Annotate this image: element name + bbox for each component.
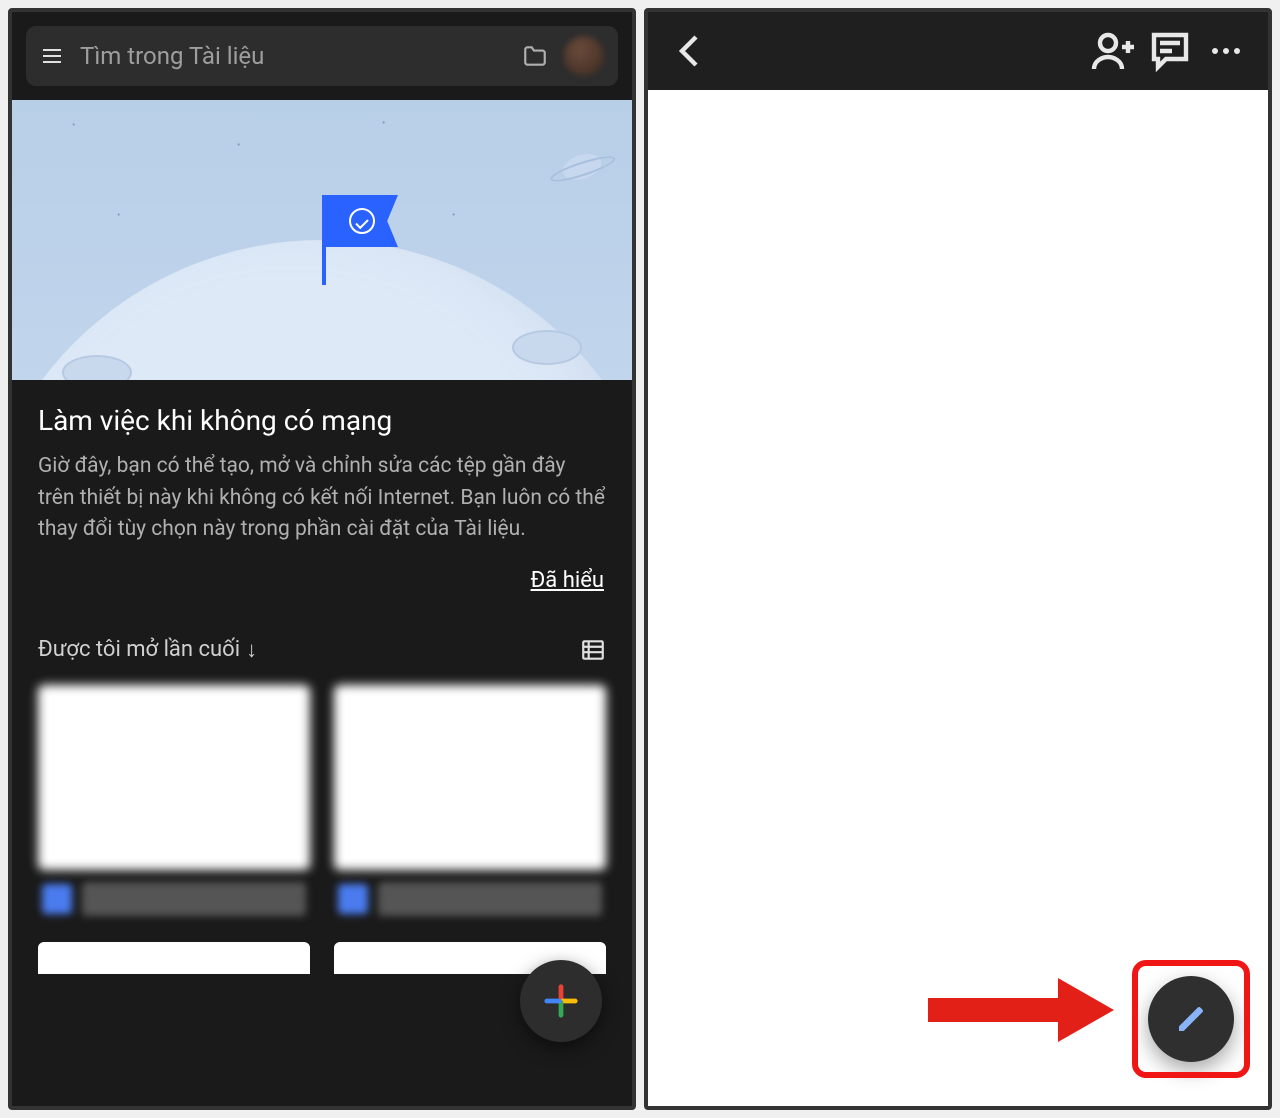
document-title xyxy=(82,882,306,916)
sort-button[interactable]: Được tôi mở lần cuối ↓ xyxy=(38,637,257,663)
view-list-icon[interactable] xyxy=(580,637,606,663)
edit-fab[interactable] xyxy=(1148,976,1234,1062)
document-thumbnail xyxy=(334,685,606,870)
document-title xyxy=(378,882,602,916)
comment-icon[interactable] xyxy=(1146,27,1194,75)
docs-grid xyxy=(12,677,632,942)
got-it-button[interactable]: Đã hiểu xyxy=(529,562,606,599)
docs-badge-icon xyxy=(338,884,368,914)
search-bar[interactable]: Tìm trong Tài liệu xyxy=(26,26,618,86)
back-icon[interactable] xyxy=(666,27,714,75)
sort-label-text: Được tôi mở lần cuối xyxy=(38,637,240,662)
offline-card-body: Giờ đây, bạn có thể tạo, mở và chỉnh sửa… xyxy=(38,451,606,546)
more-icon[interactable] xyxy=(1202,27,1250,75)
docs-badge-icon xyxy=(42,884,72,914)
menu-icon[interactable] xyxy=(40,44,64,68)
person-add-icon[interactable] xyxy=(1090,27,1138,75)
sort-arrow-icon: ↓ xyxy=(246,637,257,663)
offline-card-title: Làm việc khi không có mạng xyxy=(38,404,606,437)
avatar[interactable] xyxy=(564,36,604,76)
document-item[interactable] xyxy=(334,685,606,922)
plus-icon xyxy=(542,982,580,1020)
docs-list-screen: Tìm trong Tài liệu • • • • • Làm việc kh… xyxy=(8,8,636,1110)
document-thumbnail xyxy=(38,685,310,870)
document-item[interactable] xyxy=(38,685,310,922)
folder-icon[interactable] xyxy=(522,43,548,69)
editor-appbar xyxy=(648,12,1268,90)
create-fab[interactable] xyxy=(520,960,602,1042)
document-editor-screen xyxy=(644,8,1272,1110)
search-placeholder: Tìm trong Tài liệu xyxy=(80,42,506,70)
saturn-decoration xyxy=(559,149,604,184)
offline-info-card: Làm việc khi không có mạng Giờ đây, bạn … xyxy=(12,380,632,611)
document-thumbnail[interactable] xyxy=(38,942,310,974)
sort-row: Được tôi mở lần cuối ↓ xyxy=(12,611,632,677)
document-canvas[interactable] xyxy=(648,90,1268,1106)
pencil-icon xyxy=(1175,1003,1207,1035)
offline-hero-illustration: • • • • • xyxy=(12,100,632,380)
